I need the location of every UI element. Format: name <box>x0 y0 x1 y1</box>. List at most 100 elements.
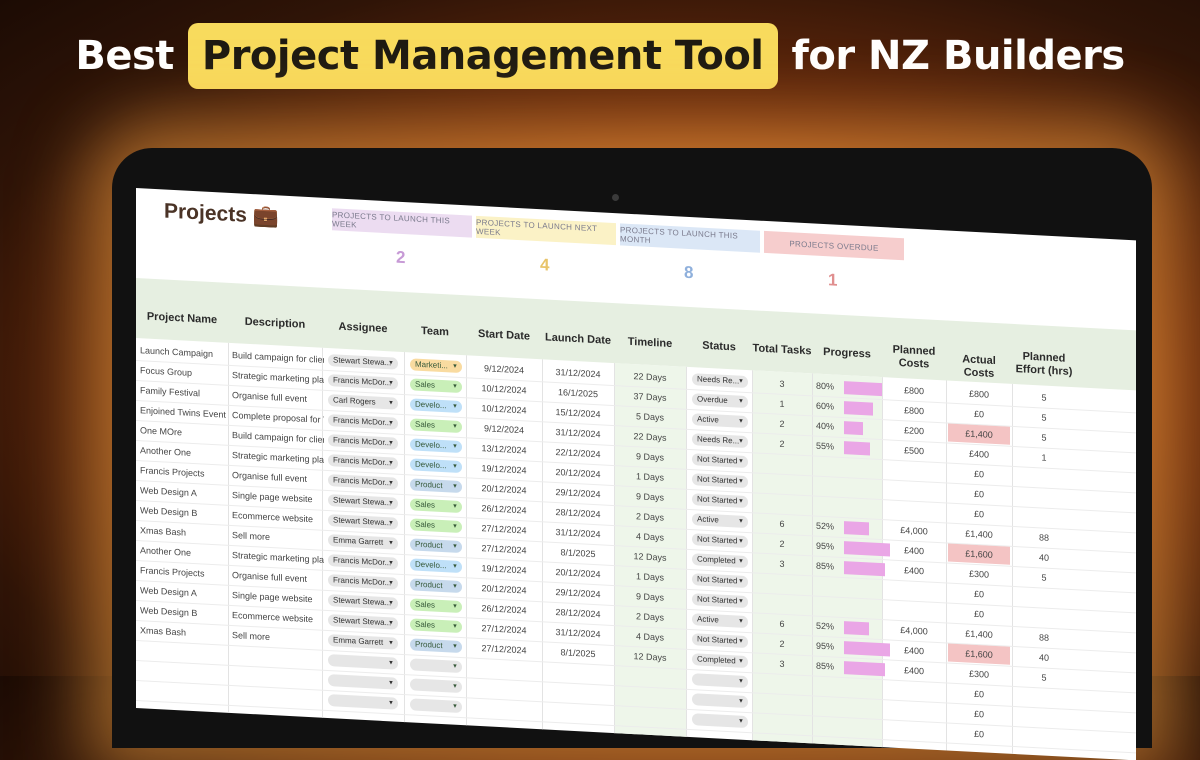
progress-bar <box>844 441 870 456</box>
assignee-dropdown[interactable]: Stewart Stewa... ▼ <box>328 614 398 630</box>
assignee-dropdown[interactable]: Francis McDor... ▼ <box>328 474 398 490</box>
progress-label <box>816 476 844 497</box>
chevron-down-icon: ▼ <box>388 440 394 447</box>
assignee-dropdown[interactable]: Stewart Stewa... ▼ <box>328 514 398 530</box>
progress-label: 52% <box>816 520 835 532</box>
status-dropdown[interactable]: Not Started ▼ <box>692 533 748 549</box>
assignee-dropdown[interactable]: Francis McDor... ▼ <box>328 574 398 590</box>
status-dropdown[interactable]: Overdue ▼ <box>692 393 748 409</box>
assignee-dropdown[interactable]: Francis McDor... ▼ <box>328 414 398 430</box>
progress-bar <box>844 401 873 416</box>
chevron-down-icon: ▼ <box>452 703 458 710</box>
column-header[interactable]: Actual Costs <box>946 352 1012 381</box>
chevron-down-icon: ▼ <box>388 420 394 427</box>
headline: Best Project Management Tool for NZ Buil… <box>0 14 1200 98</box>
assignee-dropdown[interactable]: Stewart Stewa... ▼ <box>328 494 398 510</box>
chevron-down-icon: ▼ <box>738 398 744 405</box>
status-dropdown[interactable]: Active ▼ <box>692 513 748 529</box>
kpi-tab[interactable]: PROJECTS OVERDUE <box>764 230 904 261</box>
team-tag[interactable]: ▼ <box>410 678 462 694</box>
assignee-dropdown[interactable]: Francis McDor... ▼ <box>328 434 398 450</box>
chevron-down-icon: ▼ <box>388 620 394 627</box>
team-tag[interactable]: ▼ <box>410 698 462 714</box>
assignee-dropdown[interactable]: ▼ <box>328 694 398 710</box>
status-dropdown[interactable]: ▼ <box>692 713 748 729</box>
chevron-down-icon: ▼ <box>452 463 458 470</box>
project-name <box>140 680 228 705</box>
team-tag[interactable]: Product ▼ <box>410 538 462 554</box>
status-dropdown[interactable]: Not Started ▼ <box>692 573 748 589</box>
progress-label <box>816 576 844 597</box>
status-dropdown[interactable]: Not Started ▼ <box>692 453 748 469</box>
chevron-down-icon: ▼ <box>452 503 458 510</box>
team-tag[interactable]: Sales ▼ <box>410 598 462 614</box>
column-header[interactable]: Planned Effort (hrs) <box>1012 350 1076 379</box>
chevron-down-icon: ▼ <box>452 583 458 590</box>
assignee-dropdown[interactable]: Stewart Stewa... ▼ <box>328 594 398 610</box>
status-dropdown[interactable]: Not Started ▼ <box>692 493 748 509</box>
team-tag[interactable]: Develo... ▼ <box>410 558 462 574</box>
team-tag[interactable]: Sales ▼ <box>410 498 462 514</box>
planned-costs <box>882 719 946 742</box>
assignee-dropdown[interactable]: ▼ <box>328 654 398 670</box>
progress-label: 95% <box>816 640 835 652</box>
progress-label: 60% <box>816 400 835 412</box>
status-dropdown[interactable]: Not Started ▼ <box>692 593 748 609</box>
chevron-down-icon: ▼ <box>388 580 394 587</box>
team-tag[interactable]: Sales ▼ <box>410 518 462 534</box>
chevron-down-icon: ▼ <box>452 603 458 610</box>
status-dropdown[interactable]: Needs Re... ▼ <box>692 433 748 449</box>
column-header[interactable]: Planned Costs <box>882 343 946 372</box>
team-tag[interactable]: Sales ▼ <box>410 618 462 634</box>
team-tag[interactable]: Product ▼ <box>410 638 462 654</box>
progress-label <box>816 496 844 517</box>
chevron-down-icon: ▼ <box>388 380 394 387</box>
team-tag[interactable]: Sales ▼ <box>410 378 462 394</box>
kpi-tab[interactable]: PROJECTS TO LAUNCH NEXT WEEK <box>476 215 616 246</box>
team-tag[interactable]: Develo... ▼ <box>410 438 462 454</box>
team-tag[interactable]: Sales ▼ <box>410 418 462 434</box>
kpi-count: 4 <box>540 255 550 275</box>
team-tag[interactable]: Marketi... ▼ <box>410 358 462 374</box>
status-dropdown[interactable]: Active ▼ <box>692 413 748 429</box>
chevron-down-icon: ▼ <box>738 438 744 445</box>
chevron-down-icon: ▼ <box>738 518 744 525</box>
assignee-dropdown[interactable]: Francis McDor... ▼ <box>328 454 398 470</box>
chevron-down-icon: ▼ <box>452 683 458 690</box>
progress-label: 95% <box>816 540 835 552</box>
status-dropdown[interactable]: ▼ <box>692 673 748 689</box>
status-dropdown[interactable]: Not Started ▼ <box>692 473 748 489</box>
team-tag[interactable]: Develo... ▼ <box>410 458 462 474</box>
assignee-dropdown[interactable]: ▼ <box>328 674 398 690</box>
assignee-dropdown[interactable]: Carl Rogers ▼ <box>328 394 398 410</box>
kpi-count: 1 <box>828 270 838 290</box>
assignee-dropdown[interactable]: Emma Garrett ▼ <box>328 534 398 550</box>
chevron-down-icon: ▼ <box>738 498 744 505</box>
status-dropdown[interactable]: ▼ <box>692 693 748 709</box>
chevron-down-icon: ▼ <box>738 658 744 665</box>
chevron-down-icon: ▼ <box>452 663 458 670</box>
assignee-dropdown[interactable]: Francis McDor... ▼ <box>328 374 398 390</box>
assignee-dropdown[interactable]: Francis McDor... ▼ <box>328 554 398 570</box>
status-dropdown[interactable]: Active ▼ <box>692 613 748 629</box>
kpi-tab[interactable]: PROJECTS TO LAUNCH THIS MONTH <box>620 223 760 253</box>
kpi-count: 8 <box>684 262 694 283</box>
chevron-down-icon: ▼ <box>452 623 458 630</box>
team-tag[interactable]: Develo... ▼ <box>410 398 462 414</box>
progress-bar <box>844 421 863 436</box>
team-tag[interactable]: Product ▼ <box>410 478 462 494</box>
chevron-down-icon: ▼ <box>452 403 458 410</box>
status-dropdown[interactable]: Not Started ▼ <box>692 633 748 649</box>
progress-label: 52% <box>816 620 835 632</box>
status-dropdown[interactable]: Needs Re... ▼ <box>692 373 748 389</box>
status-dropdown[interactable]: Completed ▼ <box>692 553 748 569</box>
assignee-dropdown[interactable]: Emma Garrett ▼ <box>328 634 398 650</box>
status-dropdown[interactable]: Completed ▼ <box>692 653 748 669</box>
team-tag[interactable]: Product ▼ <box>410 578 462 594</box>
kpi-tab[interactable]: PROJECTS TO LAUNCH THIS WEEK <box>332 208 472 238</box>
chevron-down-icon: ▼ <box>388 520 394 527</box>
assignee-dropdown[interactable]: Stewart Stewa... ▼ <box>328 354 398 370</box>
chevron-down-icon: ▼ <box>452 563 458 570</box>
planned-effort <box>1012 726 1076 749</box>
team-tag[interactable]: ▼ <box>410 658 462 674</box>
